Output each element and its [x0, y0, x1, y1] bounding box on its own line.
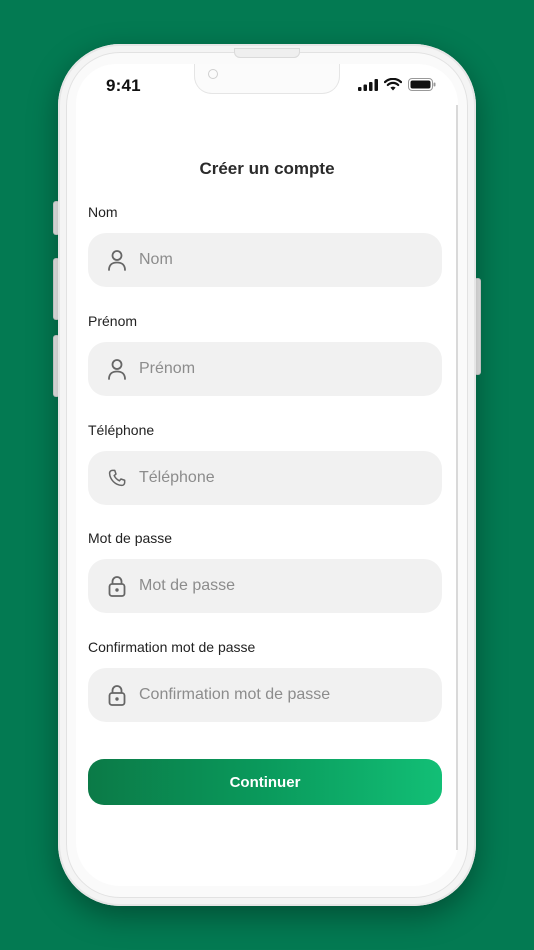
nom-label: Nom — [88, 204, 118, 220]
notch — [194, 64, 340, 94]
status-icons — [358, 77, 436, 96]
password-input[interactable] — [139, 559, 429, 613]
battery-icon — [408, 78, 436, 96]
telephone-field[interactable] — [88, 451, 442, 505]
front-camera — [208, 69, 218, 79]
lock-icon — [106, 574, 128, 598]
phone-screen: 9:41 Créer un compte Nom Nom Prénom Prén… — [76, 64, 458, 886]
password-field[interactable] — [88, 559, 442, 613]
stage-background: 9:41 Créer un compte Nom Nom Prénom Prén… — [0, 0, 534, 950]
confirm-password-label: Confirmation mot de passe — [88, 639, 256, 655]
user-icon — [106, 357, 128, 381]
confirm-password-input[interactable] — [139, 668, 429, 722]
cellular-signal-icon — [358, 78, 378, 96]
prenom-input[interactable] — [139, 342, 429, 396]
nom-field[interactable] — [88, 233, 442, 287]
user-icon — [106, 248, 128, 272]
telephone-input[interactable] — [139, 451, 429, 505]
confirm-password-field[interactable] — [88, 668, 442, 722]
password-label: Mot de passe — [88, 530, 173, 546]
lock-icon — [106, 683, 128, 707]
nom-input[interactable] — [139, 233, 429, 287]
wifi-icon — [383, 77, 403, 96]
prenom-field[interactable] — [88, 342, 442, 396]
telephone-label: Téléphone — [88, 422, 155, 438]
continue-button[interactable]: Continuer — [88, 759, 442, 805]
page-title: Créer un compte — [199, 159, 335, 178]
screen-edge — [456, 105, 458, 850]
phone-icon — [106, 466, 128, 490]
speaker-grille — [234, 48, 300, 58]
prenom-label: Prénom — [88, 313, 138, 329]
status-time: 9:41 — [106, 76, 141, 95]
